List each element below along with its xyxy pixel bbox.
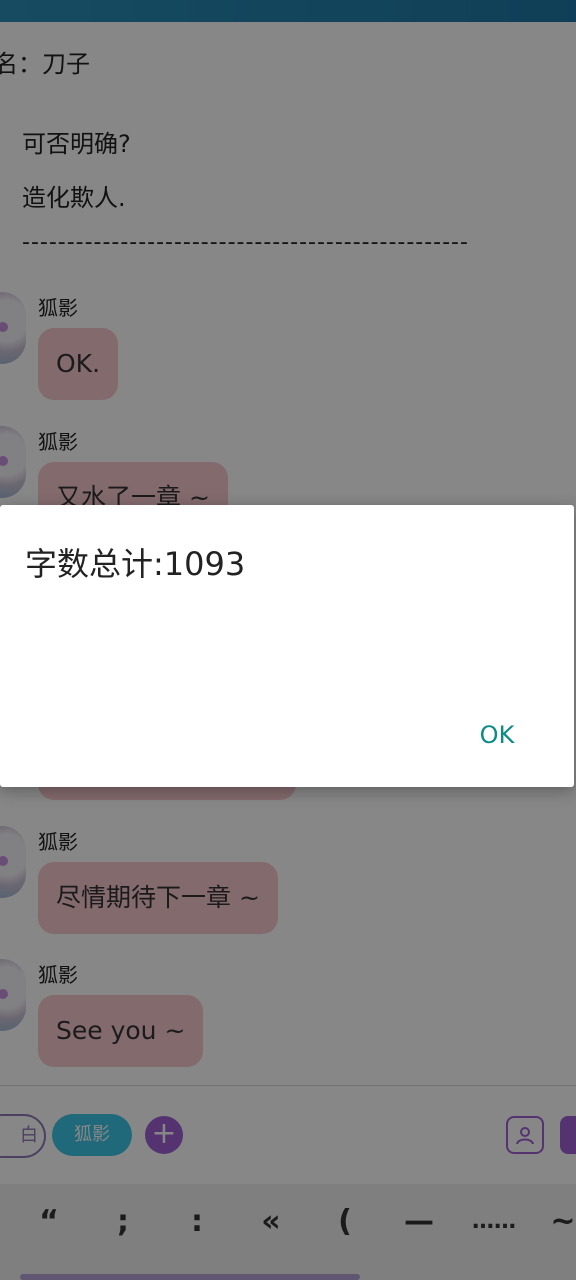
ok-button[interactable]: OK [462,713,532,757]
dialog-title: 字数总计:1093 [25,545,246,583]
word-count-dialog: 字数总计:1093 OK [0,505,574,787]
